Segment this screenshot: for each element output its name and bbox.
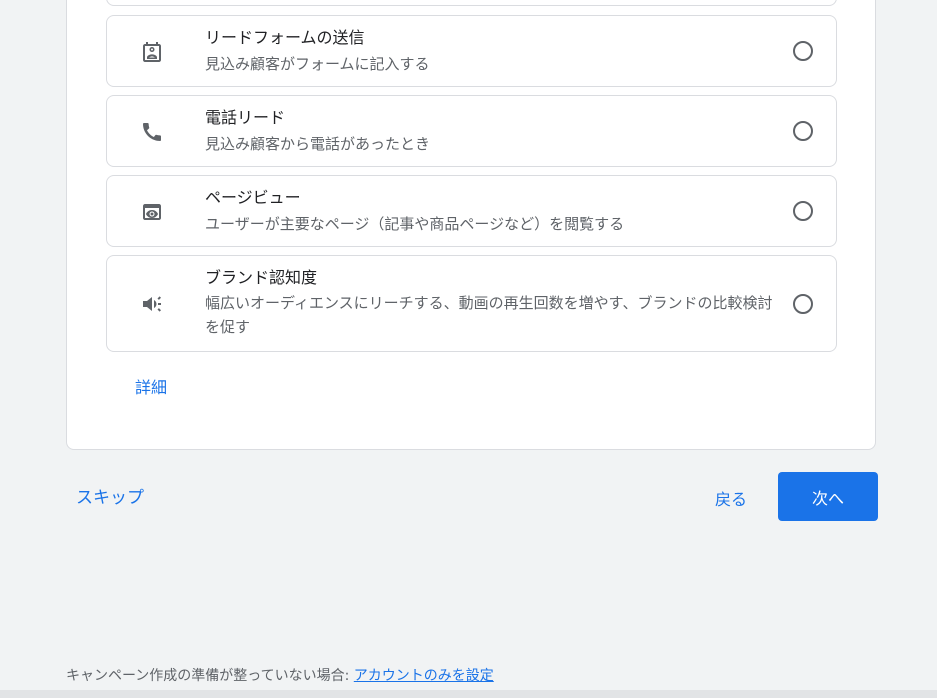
next-button[interactable]: 次へ bbox=[778, 472, 878, 521]
option-description: 見込み顧客から電話があったとき bbox=[205, 135, 431, 153]
option-title: 電話リード bbox=[205, 108, 286, 127]
details-link[interactable]: 詳細 bbox=[135, 374, 167, 398]
page-view-icon bbox=[137, 197, 167, 227]
contact-form-icon bbox=[137, 37, 167, 67]
account-only-setup-link[interactable]: アカウントのみを設定 bbox=[354, 668, 494, 684]
radio-button[interactable] bbox=[793, 294, 813, 314]
footer-text: キャンペーン作成の準備が整っていない場合: bbox=[66, 668, 354, 684]
option-description: 見込み顧客がフォームに記入する bbox=[205, 55, 430, 73]
skip-link[interactable]: スキップ bbox=[76, 483, 144, 508]
option-lead-form-submission[interactable]: リードフォームの送信 見込み顧客がフォームに記入する bbox=[106, 15, 837, 87]
previous-option-card[interactable] bbox=[106, 0, 837, 6]
phone-icon bbox=[137, 117, 167, 147]
option-title: ページビュー bbox=[205, 188, 301, 207]
bottom-edge bbox=[0, 690, 937, 698]
radio-button[interactable] bbox=[793, 121, 813, 141]
option-description: 幅広いオーディエンスにリーチする、動画の再生回数を増やす、ブランドの比較検討を促… bbox=[205, 294, 773, 336]
footer-note: キャンペーン作成の準備が整っていない場合: アカウントのみを設定 bbox=[66, 665, 494, 685]
option-brand-awareness[interactable]: ブランド認知度 幅広いオーディエンスにリーチする、動画の再生回数を増やす、ブラン… bbox=[106, 255, 837, 352]
option-description: ユーザーが主要なページ（記事や商品ページなど）を閲覧する bbox=[205, 215, 625, 233]
megaphone-icon bbox=[137, 289, 167, 319]
radio-button[interactable] bbox=[793, 201, 813, 221]
option-phone-lead[interactable]: 電話リード 見込み顧客から電話があったとき bbox=[106, 95, 837, 167]
radio-button[interactable] bbox=[793, 41, 813, 61]
option-title: ブランド認知度 bbox=[205, 268, 318, 287]
back-button[interactable]: 戻る bbox=[715, 486, 747, 510]
option-title: リードフォームの送信 bbox=[205, 28, 365, 47]
option-page-view[interactable]: ページビュー ユーザーが主要なページ（記事や商品ページなど）を閲覧する bbox=[106, 175, 837, 247]
